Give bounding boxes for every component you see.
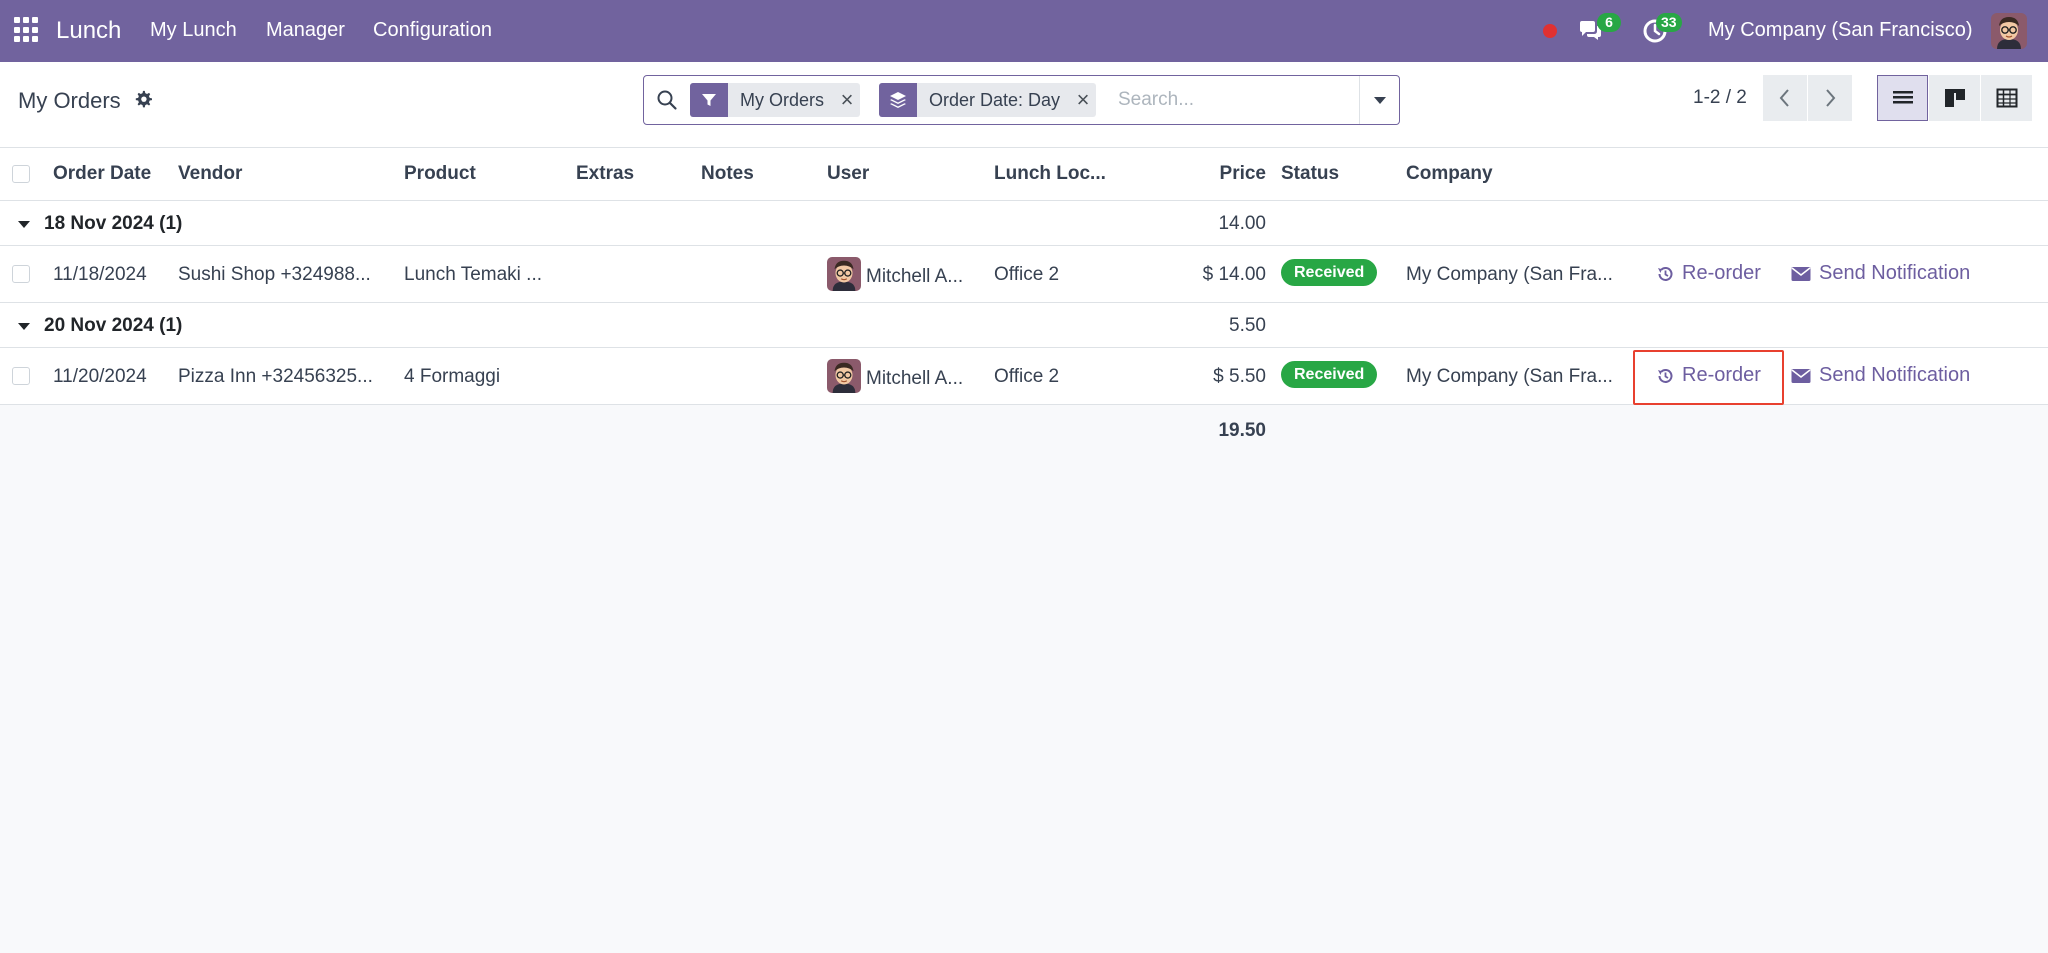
remove-facet-button[interactable]: × [1070, 83, 1096, 117]
company-switcher[interactable]: My Company (San Francisco) [1708, 19, 1973, 42]
control-panel: My Orders My Orders × Order Date: Day × … [0, 62, 2048, 148]
chevron-right-icon [1826, 89, 1836, 107]
table-footer: 19.50 [0, 405, 2048, 458]
group-total: 5.50 [1229, 315, 1266, 336]
row-checkbox[interactable] [12, 367, 30, 385]
group-by-icon [879, 83, 917, 117]
search-icon[interactable] [656, 89, 678, 111]
group-row[interactable]: 18 Nov 2024 (1) 14.00 [0, 201, 2048, 246]
app-name[interactable]: Lunch [56, 17, 121, 45]
kanban-view-button[interactable] [1929, 75, 1980, 121]
facet-label: Order Date: Day [929, 89, 1061, 110]
cell-company: My Company (San Fra... [1406, 264, 1613, 285]
cell-price: $ 5.50 [1213, 366, 1266, 387]
cell-vendor: Sushi Shop +324988... [178, 264, 371, 285]
column-extras[interactable]: Extras [576, 163, 634, 185]
status-badge: Received [1281, 361, 1378, 388]
user-avatar[interactable] [1991, 13, 2027, 49]
history-icon [1658, 266, 1673, 281]
history-icon [1658, 368, 1673, 383]
search-bar: My Orders × Order Date: Day × [643, 75, 1400, 125]
cell-order-date: 11/18/2024 [53, 264, 147, 285]
cell-user: Mitchell A... [866, 368, 964, 389]
reorder-label: Re-order [1682, 364, 1761, 386]
menu-my-lunch[interactable]: My Lunch [150, 19, 237, 42]
list-icon [1892, 91, 1913, 104]
cell-order-date: 11/20/2024 [53, 366, 147, 387]
facet-label: My Orders [740, 89, 825, 110]
caret-down-icon [1374, 97, 1386, 104]
status-dot-icon [1543, 24, 1557, 38]
group-label: 20 Nov 2024 (1) [44, 315, 183, 336]
send-notification-button[interactable]: Send Notification [1791, 262, 1970, 285]
send-notification-label: Send Notification [1819, 364, 1971, 386]
cell-company: My Company (San Fra... [1406, 366, 1613, 387]
column-company[interactable]: Company [1406, 163, 1493, 185]
envelope-icon [1791, 266, 1811, 281]
filter-icon [690, 83, 728, 117]
table-header: Order Date Vendor Product Extras Notes U… [0, 148, 2048, 201]
reorder-button[interactable]: Re-order [1656, 364, 1761, 387]
menu-manager[interactable]: Manager [266, 19, 345, 42]
column-price[interactable]: Price [1220, 163, 1266, 185]
table-icon [1996, 88, 2017, 108]
app-grid-icon[interactable] [14, 17, 40, 43]
grand-total: 19.50 [1218, 420, 1266, 441]
reorder-label: Re-order [1682, 262, 1761, 284]
reorder-button[interactable]: Re-order [1656, 262, 1761, 285]
cell-product: 4 Formaggi [404, 366, 501, 387]
cell-vendor: Pizza Inn +32456325... [178, 366, 373, 387]
remove-facet-button[interactable]: × [834, 83, 860, 117]
facet-filter: My Orders × [690, 83, 861, 117]
column-user[interactable]: User [827, 163, 869, 185]
status-badge: Received [1281, 259, 1378, 286]
row-checkbox[interactable] [12, 265, 30, 283]
pager-next-button[interactable] [1808, 75, 1852, 121]
pager-value[interactable]: 1-2 / 2 [1693, 87, 1747, 109]
chevron-left-icon [1779, 89, 1789, 107]
user-avatar [827, 359, 861, 393]
facet-group-by: Order Date: Day × [879, 83, 1097, 117]
group-label: 18 Nov 2024 (1) [44, 213, 183, 234]
caret-down-icon [18, 323, 30, 330]
table-row[interactable]: 11/20/2024 Pizza Inn +32456325... 4 Form… [0, 348, 2048, 405]
gear-icon[interactable] [134, 90, 152, 108]
activities-badge: 33 [1656, 13, 1682, 32]
caret-down-icon [18, 221, 30, 228]
column-order-date[interactable]: Order Date [53, 163, 151, 185]
select-all-checkbox[interactable] [12, 165, 30, 183]
search-input[interactable] [1118, 85, 1348, 115]
column-notes[interactable]: Notes [701, 163, 754, 185]
menu-configuration[interactable]: Configuration [373, 19, 492, 42]
cell-location: Office 2 [994, 264, 1060, 285]
top-navbar: Lunch My Lunch Manager Configuration 6 3… [0, 0, 2048, 62]
pivot-view-button[interactable] [1981, 75, 2032, 121]
kanban-icon [1944, 89, 1965, 107]
send-notification-button[interactable]: Send Notification [1791, 364, 1970, 387]
table-row[interactable]: 11/18/2024 Sushi Shop +324988... Lunch T… [0, 246, 2048, 303]
orders-table: Order Date Vendor Product Extras Notes U… [0, 148, 2048, 458]
page-title: My Orders [18, 88, 121, 113]
column-lunch-location[interactable]: Lunch Loc... [994, 163, 1106, 185]
group-row[interactable]: 20 Nov 2024 (1) 5.50 [0, 303, 2048, 348]
cell-user: Mitchell A... [866, 266, 964, 287]
cell-product: Lunch Temaki ... [404, 264, 543, 285]
send-notification-label: Send Notification [1819, 262, 1971, 284]
column-product[interactable]: Product [404, 163, 476, 185]
envelope-icon [1791, 368, 1811, 383]
column-vendor[interactable]: Vendor [178, 163, 242, 185]
search-options-toggle[interactable] [1359, 76, 1400, 124]
user-avatar [827, 257, 861, 291]
list-view-button[interactable] [1877, 75, 1928, 121]
pager-previous-button[interactable] [1763, 75, 1807, 121]
cell-price: $ 14.00 [1202, 264, 1266, 285]
group-total: 14.00 [1218, 213, 1266, 234]
column-status[interactable]: Status [1281, 163, 1339, 185]
cell-location: Office 2 [994, 366, 1060, 387]
messages-badge: 6 [1597, 13, 1621, 32]
